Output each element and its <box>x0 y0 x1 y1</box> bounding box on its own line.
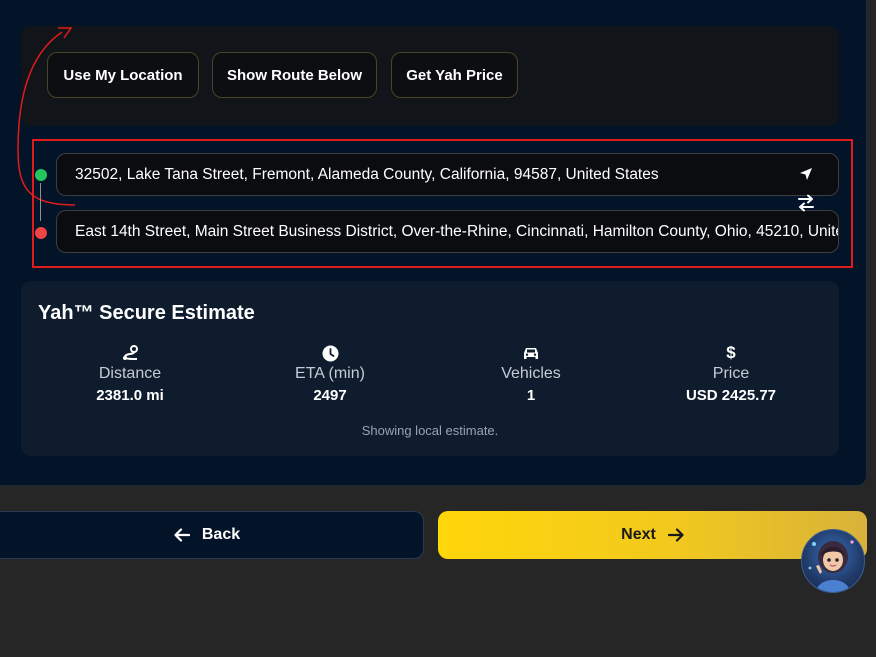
assistant-avatar-image <box>808 540 854 592</box>
arrow-right-icon <box>667 528 684 542</box>
next-label: Next <box>621 526 656 543</box>
car-icon <box>431 343 631 363</box>
distance-value: 2381.0 mi <box>96 387 164 404</box>
annotation-highlight-box <box>32 139 853 268</box>
estimate-title: Yah™ Secure Estimate <box>38 302 255 324</box>
price-value: USD 2425.77 <box>685 387 777 404</box>
arrow-left-icon <box>174 528 190 542</box>
dollar-icon: $ <box>726 343 736 362</box>
eta-label: ETA (min) <box>295 365 365 382</box>
clock-icon <box>230 343 430 363</box>
eta-value: 2497 <box>313 387 347 404</box>
route-icon <box>30 343 230 363</box>
distance-stat: Distance 2381.0 mi <box>30 343 230 404</box>
price-label: Price <box>712 365 750 382</box>
vehicles-stat: Vehicles 1 <box>431 343 631 404</box>
distance-label: Distance <box>98 365 162 382</box>
vehicles-value: 1 <box>526 387 536 404</box>
assistant-avatar[interactable] <box>801 529 865 593</box>
back-label: Back <box>201 526 241 543</box>
price-stat: $ Price USD 2425.77 <box>631 343 831 404</box>
show-route-button[interactable]: Show Route Below <box>212 52 377 98</box>
estimate-card: Yah™ Secure Estimate Distance 2381.0 mi … <box>21 281 839 456</box>
get-price-button[interactable]: Get Yah Price <box>391 52 518 98</box>
eta-stat: ETA (min) 2497 <box>230 343 430 404</box>
vehicles-label: Vehicles <box>501 365 561 382</box>
back-button[interactable]: Back <box>0 511 424 559</box>
estimate-note: Showing local estimate. <box>361 423 499 438</box>
